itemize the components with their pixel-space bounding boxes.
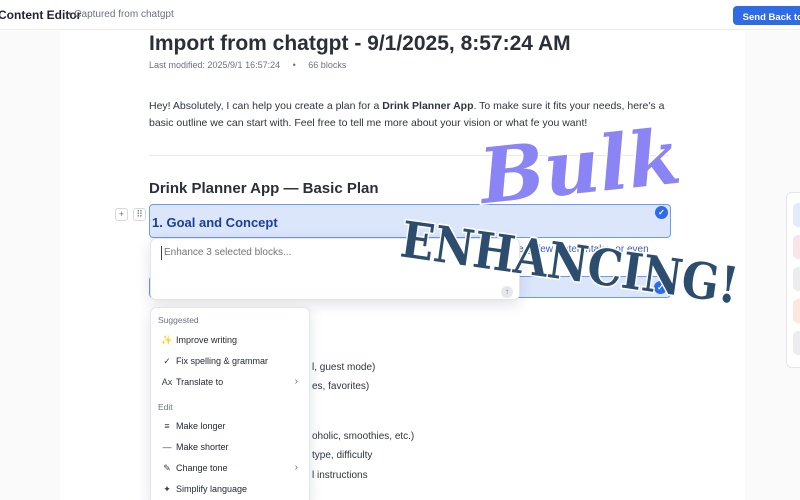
minus-icon: — [162, 442, 172, 452]
body-text-fragment: oholic, smoothies, etc.) [312, 431, 415, 442]
add-block-button[interactable]: + [115, 208, 128, 221]
block-count: 66 blocks [308, 60, 347, 70]
selected-heading-text: 1. Goal and Concept [152, 215, 278, 230]
side-tool-5[interactable] [793, 331, 800, 355]
menu-item-make-longer[interactable]: ≡ Make longer [152, 417, 308, 436]
menu-section-edit: Edit [158, 402, 173, 412]
menu-item-label: Make longer [176, 421, 226, 431]
section-heading[interactable]: Drink Planner App — Basic Plan [149, 180, 379, 197]
menu-item-change-tone[interactable]: ✎ Change tone › [152, 459, 308, 478]
menu-item-label: Change tone [176, 463, 228, 473]
translate-icon: Ax [161, 377, 173, 387]
menu-item-label: Make shorter [176, 442, 229, 452]
side-tool-3[interactable] [793, 267, 800, 291]
menu-item-translate[interactable]: Ax Translate to › [152, 373, 308, 392]
drag-handle-icon[interactable]: ⠿ [133, 208, 146, 221]
side-tool-1[interactable] [793, 203, 800, 227]
promo-headline: Bulk ENHANCING! [396, 110, 744, 317]
headline-bulk: Bulk [474, 112, 685, 222]
menu-item-improve-writing[interactable]: ✨ Improve writing [152, 331, 308, 350]
pencil-icon: ✎ [163, 463, 171, 473]
menu-item-label: Improve writing [176, 335, 238, 345]
menu-item-label: Fix spelling & grammar [176, 356, 269, 366]
menu-item-make-shorter[interactable]: — Make shorter [152, 438, 308, 457]
top-bar: Content Editor • Captured from chatgpt S… [0, 0, 800, 30]
menu-item-label: Simplify language [176, 484, 248, 494]
menu-section-suggested: Suggested [158, 315, 199, 325]
menu-item-label: Translate to [176, 377, 224, 387]
last-modified: Last modified: 2025/9/1 16:57:24 [149, 60, 281, 70]
check-icon: ✓ [163, 356, 171, 366]
body-text-fragment: l instructions [312, 470, 368, 481]
lines-icon: ≡ [164, 421, 170, 431]
menu-item-fix-spelling[interactable]: ✓ Fix spelling & grammar [152, 352, 308, 371]
side-tool-4[interactable] [793, 299, 800, 323]
chevron-right-icon: › [294, 376, 298, 387]
document-meta: Last modified: 2025/9/1 16:57:24 • 66 bl… [149, 60, 346, 70]
text-caret [161, 246, 162, 260]
star-icon: ✦ [163, 484, 171, 494]
sparkle-icon: ✨ [161, 335, 173, 345]
side-toolbar [786, 192, 800, 368]
meta-separator: • [292, 60, 296, 70]
chevron-right-icon: › [294, 462, 298, 473]
side-tool-2[interactable] [793, 235, 800, 259]
body-text-fragment: es, favorites) [312, 381, 370, 392]
capture-source: • Captured from chatgpt [68, 9, 174, 20]
body-text-fragment: type, difficulty [312, 450, 373, 461]
menu-item-simplify-language[interactable]: ✦ Simplify language [152, 480, 308, 499]
headline-enhancing: ENHANCING! [397, 210, 742, 316]
send-back-button[interactable]: Send Back to C [733, 6, 800, 25]
intro-text-1: Hey! Absolutely, I can help you create a… [149, 100, 383, 112]
left-gutter [0, 31, 60, 500]
body-text-fragment: l, guest mode) [312, 362, 376, 373]
document-title[interactable]: Import from chatgpt - 9/1/2025, 8:57:24 … [149, 32, 571, 56]
